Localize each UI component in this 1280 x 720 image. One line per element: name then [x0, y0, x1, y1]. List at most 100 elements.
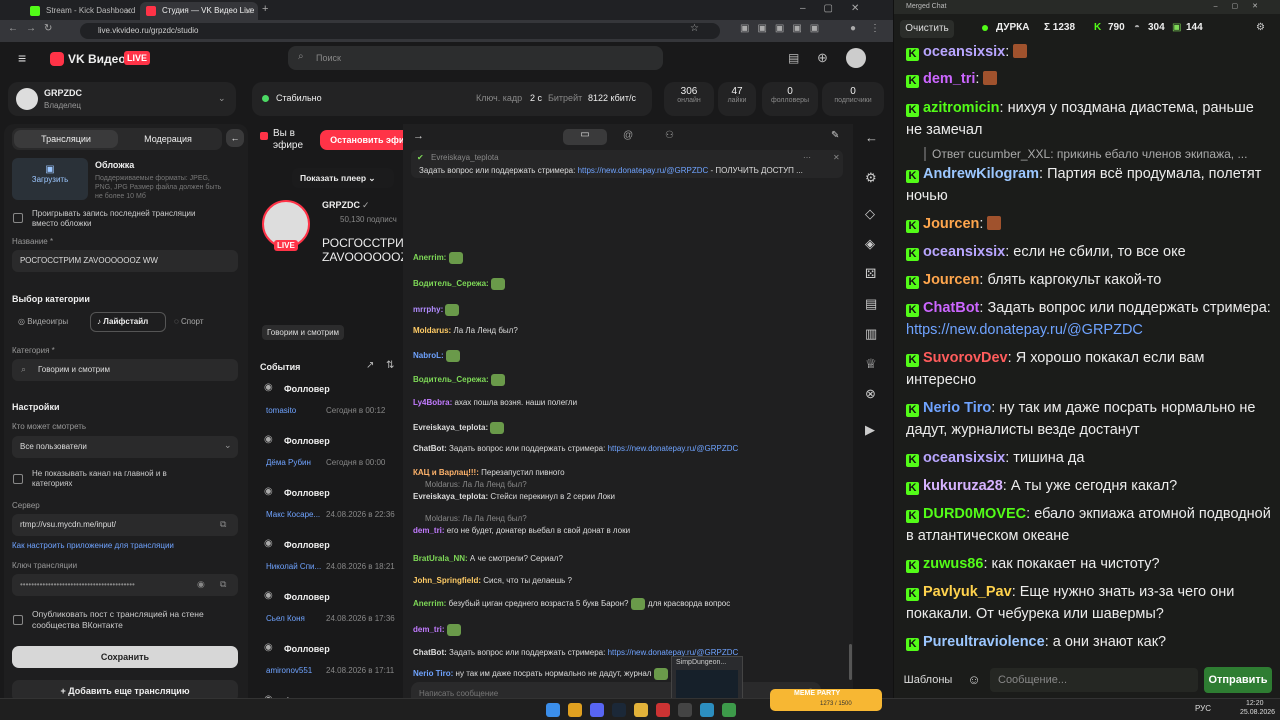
external-link-icon[interactable]: ↗	[366, 360, 374, 371]
gear-icon[interactable]: ⚙	[1256, 22, 1265, 33]
stop-stream-button[interactable]: Остановить эфир	[320, 130, 406, 150]
gear-icon[interactable]: ⚙	[865, 170, 877, 186]
clear-button[interactable]: Очистить	[900, 20, 954, 38]
start-icon[interactable]	[546, 703, 560, 717]
chat-username[interactable]: dem_tri:	[413, 625, 445, 634]
trophy-icon[interactable]: ♕	[865, 356, 877, 372]
chart-icon[interactable]: ▥	[865, 326, 877, 342]
chat-username[interactable]: ChatBot:	[413, 444, 447, 453]
chat-username[interactable]: КАЦ и Варлац!!!:	[413, 468, 479, 477]
chat-username[interactable]: John_Springfield:	[413, 576, 481, 585]
emoji-icon[interactable]: ☺	[962, 668, 986, 692]
chat-username[interactable]: ChatBot:	[413, 648, 447, 657]
chat-username[interactable]: DURD0MOVEC	[923, 506, 1026, 522]
discord-icon[interactable]	[590, 703, 604, 717]
chat-username[interactable]: dem_tri:	[413, 526, 445, 535]
chat-username[interactable]: oceansixsix	[923, 450, 1005, 466]
swords-icon[interactable]: ⊗	[865, 386, 876, 402]
tab-kick[interactable]: Stream - Kick Dashboard ✕	[24, 2, 138, 20]
meme-party-widget[interactable]: MEME PARTY 1273 / 1500	[770, 689, 882, 711]
chat-username[interactable]: Anerrim:	[413, 253, 446, 262]
chat-username[interactable]: Nerio Tiro:	[413, 669, 453, 678]
new-tab-icon[interactable]: +	[262, 3, 268, 15]
cat-lifestyle-button[interactable]: ♪ Лайфстайл	[90, 312, 166, 332]
avatar[interactable]	[846, 48, 866, 68]
diamond-icon[interactable]: ◇	[865, 206, 875, 222]
copy-icon[interactable]: ⧉	[220, 519, 226, 530]
chat-username[interactable]: kukuruza28	[923, 478, 1003, 494]
url-field[interactable]: live.vkvideo.ru/grpzdc/studio	[80, 23, 720, 39]
close-icon[interactable]: ✕	[124, 2, 132, 20]
show-player-button[interactable]: Показать плеер ⌄	[292, 168, 394, 188]
chat-username[interactable]: Nerio Tiro	[923, 400, 991, 416]
collapse-icon[interactable]: ←	[226, 129, 244, 147]
cat-sport-button[interactable]: ◌ Спорт	[174, 317, 203, 326]
back-icon[interactable]: ←	[8, 23, 18, 34]
event-item[interactable]: ◉ Фолловер amironov551 24.08.2026 в 17:11	[256, 638, 406, 688]
language-indicator[interactable]: РУС	[1195, 704, 1211, 713]
send-button[interactable]: Отправить	[1204, 667, 1272, 693]
who-can-watch-select[interactable]: Все пользователи	[12, 436, 238, 458]
chrome-icon[interactable]	[568, 703, 582, 717]
chat-username[interactable]: Moldarus:	[413, 326, 451, 335]
merged-chat-input[interactable]: Сообщение...	[990, 668, 1198, 692]
chat-username[interactable]: Pavlyuk_Pav	[923, 584, 1012, 600]
video-icon[interactable]: ▶	[865, 422, 875, 438]
eye-icon[interactable]: ◉	[197, 579, 205, 590]
event-item[interactable]: ◉ Фолловер Макс Косаре... 24.08.2026 в 22:3…	[256, 482, 406, 532]
chat-username[interactable]: BratUrala_NN:	[413, 554, 468, 563]
tab-moderation[interactable]: Модерация	[116, 130, 220, 148]
close-icon[interactable]: ✕	[244, 2, 252, 20]
event-user[interactable]: Дёма Рубин	[266, 458, 311, 467]
merged-chat-icon[interactable]	[722, 703, 736, 717]
chat-username[interactable]: Anerrim:	[413, 599, 446, 608]
event-user[interactable]: tomasito	[266, 406, 296, 415]
gem-icon[interactable]: ◈	[865, 236, 875, 252]
event-user[interactable]: amironov551	[266, 666, 312, 675]
chat-username[interactable]: AndrewKilogram	[923, 166, 1039, 182]
templates-button[interactable]: Шаблоны	[900, 668, 956, 692]
files-icon[interactable]	[634, 703, 648, 717]
chat-username[interactable]: oceansixsix	[923, 244, 1005, 260]
replay-checkbox[interactable]	[13, 213, 23, 223]
event-item[interactable]: ◉ Фолловер Сьел Коня 24.08.2026 в 17:36	[256, 586, 406, 636]
channel-selector[interactable]: GRPZDC Владелец ⌄	[8, 82, 236, 116]
chat-username[interactable]: dem_tri	[923, 71, 975, 87]
chat-username[interactable]: ChatBot	[923, 300, 979, 316]
close-icon[interactable]: ✕	[833, 153, 840, 162]
chat-username[interactable]: NabroL:	[413, 351, 444, 360]
chat-app-icon[interactable]	[700, 703, 714, 717]
server-input[interactable]: rtmp://vsu.mycdn.me/input/	[12, 514, 238, 536]
chat-username[interactable]: SuvorovDev	[923, 350, 1008, 366]
chat-username[interactable]: Jourcen	[923, 272, 979, 288]
stream-title-input[interactable]: РОСГОССТРИМ ZAVOOOOOOZ WW	[12, 250, 238, 272]
more-icon[interactable]: ⋯	[803, 153, 811, 162]
chat-username[interactable]: Evreiskaya_teplota:	[413, 423, 488, 432]
chat-username[interactable]: mrrphy:	[413, 305, 443, 314]
hide-channel-checkbox[interactable]	[13, 474, 23, 484]
copy-icon[interactable]: ⧉	[220, 579, 226, 590]
event-user[interactable]: Николай Спи...	[266, 562, 321, 571]
chat-username[interactable]: Jourcen	[923, 216, 979, 232]
howto-link[interactable]: Как настроить приложение для трансляции	[12, 541, 174, 550]
obs-icon[interactable]	[678, 703, 692, 717]
chat-username[interactable]: Водитель_Сережа:	[413, 279, 489, 288]
users-icon[interactable]: ⚇	[665, 130, 674, 141]
filter-icon[interactable]: ⇅	[386, 360, 394, 371]
category-input[interactable]: Говорим и смотрим	[12, 359, 238, 381]
window-controls[interactable]: –▢✕	[1214, 0, 1272, 14]
app-icon[interactable]	[656, 703, 670, 717]
site-logo[interactable]: VK Видео	[68, 52, 126, 66]
chat-tab-messages[interactable]: ▭	[563, 129, 607, 145]
event-item[interactable]: ◉ Фолловер tomasito Сегодня в 00:12	[256, 378, 406, 428]
publish-checkbox[interactable]	[13, 615, 23, 625]
event-item[interactable]: ◉ Фолловер Дёма Рубин Сегодня в 00:00	[256, 430, 406, 480]
arrow-right-icon[interactable]: →	[413, 130, 424, 142]
chat-link[interactable]: https://new.donatepay.ru/@GRPZDC	[608, 444, 739, 453]
reload-icon[interactable]: ↻	[44, 23, 52, 34]
studio-icon[interactable]: ▤	[788, 51, 799, 65]
cat-games-button[interactable]: ◎ Видеоигры	[18, 317, 68, 326]
forward-icon[interactable]: →	[26, 23, 36, 34]
event-user[interactable]: Сьел Коня	[266, 614, 305, 623]
pin-icon[interactable]: ✎	[831, 130, 839, 141]
